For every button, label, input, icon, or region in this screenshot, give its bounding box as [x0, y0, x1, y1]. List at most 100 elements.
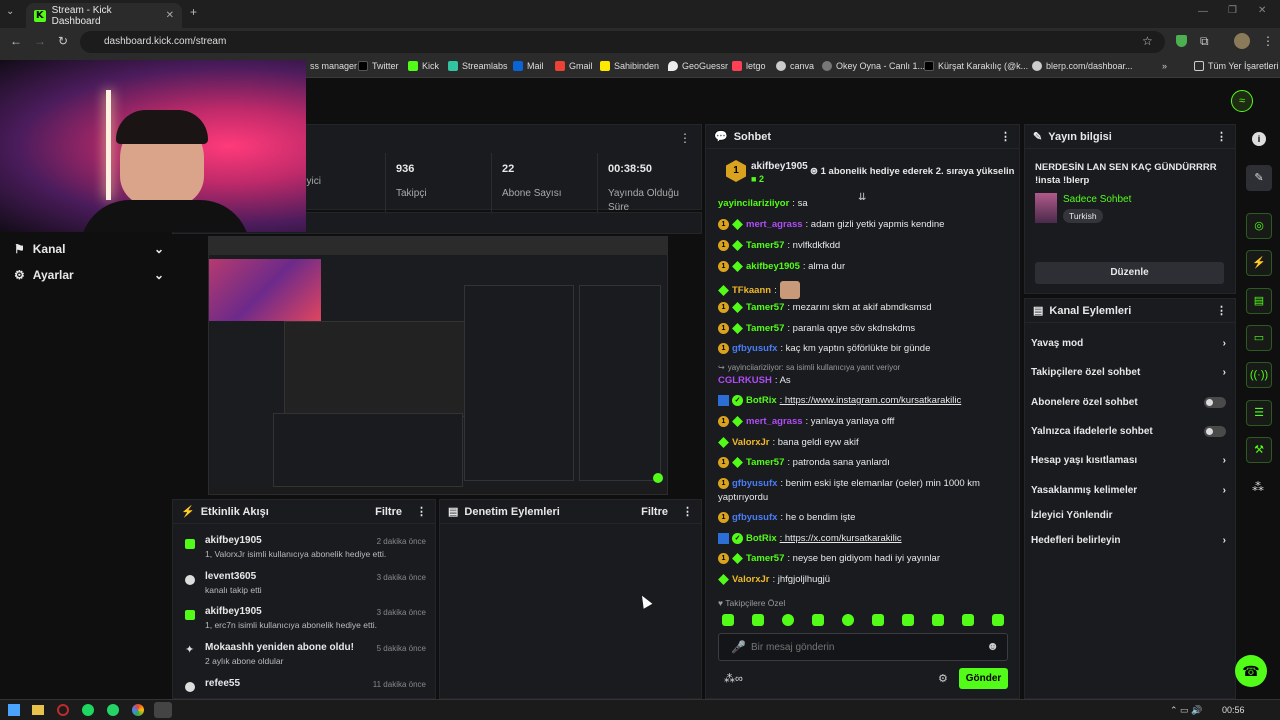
chat-username[interactable]: gfbyusufx [732, 478, 777, 489]
chat-username[interactable]: akifbey1905 [746, 261, 800, 272]
stream-preview[interactable] [208, 236, 668, 495]
system-tray-icons[interactable]: ⌃ ▭ 🔊 [1170, 705, 1202, 716]
bookmarks-overflow-icon[interactable]: » [1162, 61, 1167, 71]
panel-menu-icon[interactable]: ⋮ [416, 506, 427, 518]
emoji-icon[interactable]: ☻ [986, 639, 999, 653]
chat-input-box[interactable]: 🎤 ☻ [718, 633, 1008, 661]
chrome-icon[interactable] [132, 704, 144, 716]
action-banned-words[interactable]: Yasaklanmış kelimeler › [1031, 485, 1226, 496]
emote-icon[interactable] [842, 614, 854, 626]
chat-username[interactable]: BotRix [746, 395, 777, 406]
close-window-icon[interactable]: ✕ [1258, 5, 1266, 16]
forward-icon[interactable]: → [34, 34, 46, 48]
spotify-icon[interactable] [82, 704, 94, 716]
camera-icon[interactable]: ◎ [1246, 213, 1272, 239]
bookmark-tiktok[interactable]: Kürşat Karakılıç (@k... [924, 61, 1028, 71]
bookmark-geoguessr[interactable]: GeoGuessr [668, 61, 728, 71]
bookmark-ss-manager[interactable]: ss manager [310, 61, 357, 71]
action-followers-only[interactable]: Takipçilere özel sohbet › [1031, 367, 1226, 378]
microphone-icon[interactable]: 🎤 [731, 640, 746, 654]
bookmark-sahibinden[interactable]: Sahibinden [600, 61, 659, 71]
windows-start-icon[interactable] [8, 704, 20, 716]
chat-link[interactable]: : https://x.com/kursatkarakilic [780, 533, 902, 544]
emotes-only-toggle[interactable] [1204, 426, 1226, 437]
chat-bubble-icon[interactable]: ▭ [1246, 325, 1272, 351]
file-explorer-icon[interactable] [32, 705, 44, 715]
sidebar-item-ayarlar[interactable]: ⚙ Ayarlar ⌄ [14, 268, 164, 282]
new-tab-icon[interactable]: + [190, 5, 197, 19]
chat-username[interactable]: gfbyusufx [732, 343, 777, 354]
emote-icon[interactable] [992, 614, 1004, 626]
bookmark-twitter[interactable]: Twitter [358, 61, 399, 71]
scroll-down-icon[interactable]: ⇊ [858, 192, 866, 203]
action-account-age[interactable]: Hesap yaşı kısıtlaması › [1031, 455, 1226, 466]
bookmark-blerp[interactable]: blerp.com/dashboar... [1032, 61, 1133, 71]
chat-username[interactable]: ValorxJr [732, 437, 770, 448]
action-raid[interactable]: İzleyici Yönlendir [1031, 510, 1226, 521]
chat-username[interactable]: Tamer57 [746, 240, 784, 251]
tab-list-icon[interactable]: ⌄ [6, 6, 14, 17]
bookmark-gmail[interactable]: Gmail [555, 61, 593, 71]
moderation-filter-button[interactable]: Filtre [641, 506, 668, 518]
close-tab-icon[interactable]: ✕ [166, 10, 174, 21]
broadcast-icon[interactable]: ((·)) [1246, 362, 1272, 388]
chat-username[interactable]: BotRix [746, 533, 777, 544]
subscribers-only-toggle[interactable] [1204, 397, 1226, 408]
send-button[interactable]: Gönder [959, 668, 1008, 689]
extensions-icon[interactable]: ⧉ [1200, 34, 1209, 49]
bookmark-star-icon[interactable]: ☆ [1142, 34, 1153, 48]
bookmark-streamlabs[interactable]: Streamlabs [448, 61, 508, 71]
panel-menu-icon[interactable]: ⋮ [1216, 304, 1227, 317]
chat-username[interactable]: TFkaann [732, 285, 771, 296]
panel-menu-icon[interactable]: ⋮ [682, 506, 693, 518]
sidebar-item-kanal[interactable]: ⚑ Kanal ⌄ [14, 242, 164, 256]
panel-menu-icon[interactable]: ⋮ [1216, 130, 1227, 143]
panel-menu-icon[interactable]: ⋮ [679, 131, 691, 145]
emote-icon[interactable] [872, 614, 884, 626]
activity-filter-button[interactable]: Filtre [375, 506, 402, 518]
chat-link[interactable]: : https://www.instagram.com/kursatkaraki… [780, 395, 962, 406]
chat-username[interactable]: Tamer57 [746, 323, 784, 334]
action-slow-mode[interactable]: Yavaş mod › [1031, 338, 1226, 349]
profile-avatar[interactable] [1234, 33, 1250, 49]
bookmark-canva[interactable]: canva [776, 61, 814, 71]
chat-username[interactable]: Tamer57 [746, 457, 784, 468]
emote-icon[interactable] [902, 614, 914, 626]
reload-icon[interactable]: ↻ [58, 34, 68, 48]
emote-icon[interactable] [722, 614, 734, 626]
emote-icon[interactable] [752, 614, 764, 626]
tools-icon[interactable]: ⚒ [1246, 437, 1272, 463]
gear-icon[interactable]: ⚙ [938, 672, 948, 685]
bookmark-kick[interactable]: Kick [408, 61, 439, 71]
browser-tab[interactable]: K Stream - Kick Dashboard ✕ [26, 3, 182, 28]
back-icon[interactable]: ← [10, 34, 22, 48]
panel-menu-icon[interactable]: ⋮ [1000, 130, 1011, 143]
minimize-icon[interactable]: — [1198, 6, 1208, 17]
support-chat-icon[interactable]: ☎ [1235, 655, 1267, 687]
emote-icon[interactable] [812, 614, 824, 626]
chat-username[interactable]: ValorxJr [732, 574, 770, 585]
document-icon[interactable]: ▤ [1246, 288, 1272, 314]
emote-icon[interactable] [932, 614, 944, 626]
users-icon[interactable]: ⁂∞ [724, 672, 743, 685]
chat-message-input[interactable] [751, 639, 981, 655]
chat-username[interactable]: yayincilariziiyor [718, 198, 789, 209]
bookmark-mail[interactable]: Mail [513, 61, 544, 71]
pencil-icon[interactable]: ✎ [1246, 165, 1272, 191]
maximize-icon[interactable]: ❐ [1228, 5, 1237, 16]
whatsapp-icon[interactable] [107, 704, 119, 716]
bookmark-okey[interactable]: Okey Oyna - Canlı 1... [822, 61, 925, 71]
lightning-icon[interactable]: ⚡ [1246, 250, 1272, 276]
address-bar[interactable]: dashboard.kick.com/stream [80, 31, 1165, 53]
chat-username[interactable]: Tamer57 [746, 302, 784, 313]
emote-icon[interactable] [962, 614, 974, 626]
app-icon[interactable] [57, 704, 69, 716]
user-avatar[interactable]: ≈ [1231, 90, 1253, 112]
bookmark-letgo[interactable]: letgo [732, 61, 766, 71]
chat-username[interactable]: gfbyusufx [732, 512, 777, 523]
chat-username[interactable]: Tamer57 [746, 553, 784, 564]
info-icon[interactable]: i [1252, 132, 1266, 146]
chat-username[interactable]: mert_agrass [746, 219, 803, 230]
obs-icon[interactable] [154, 702, 172, 718]
category-link[interactable]: Sadece Sohbet [1063, 194, 1131, 205]
